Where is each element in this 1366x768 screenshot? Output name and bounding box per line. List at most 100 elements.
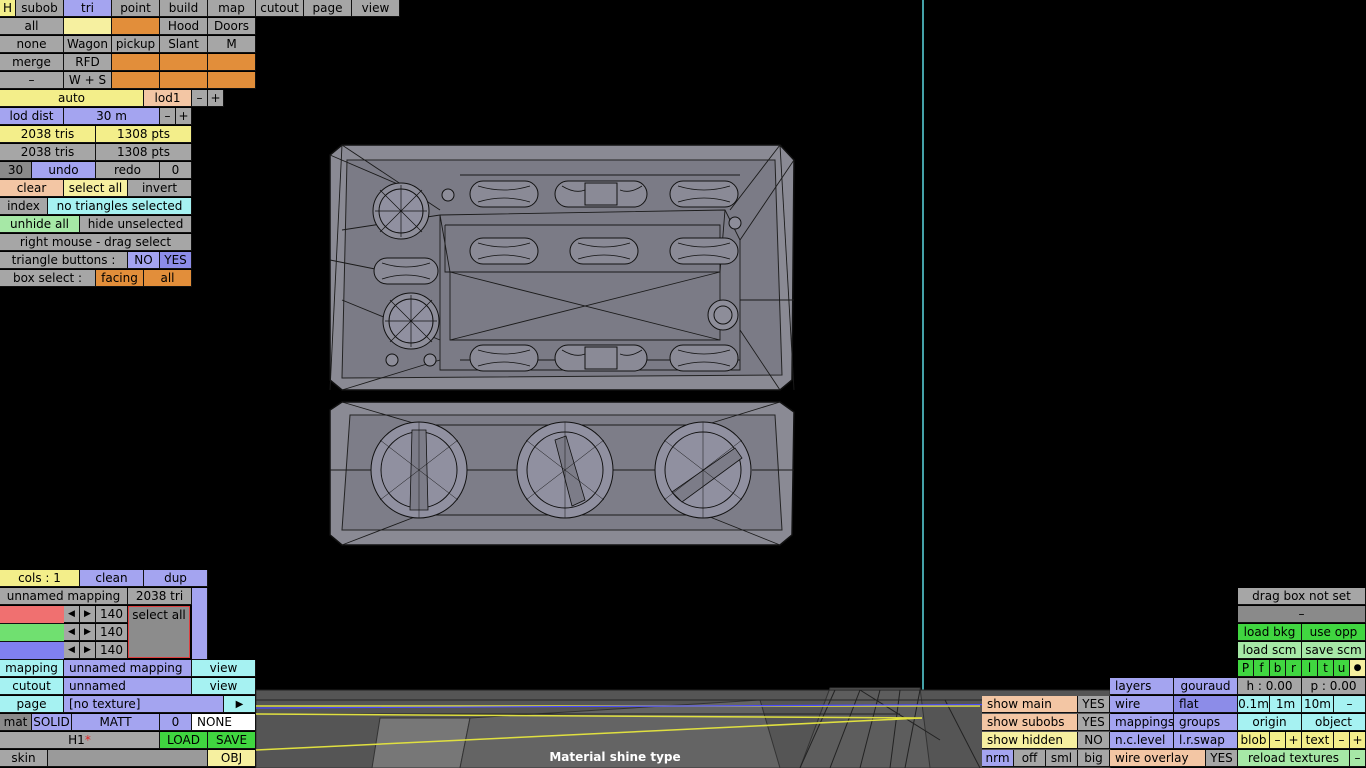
subob-doors[interactable]: Doors xyxy=(208,18,256,35)
wire-overlay-toggle[interactable]: YES xyxy=(1206,750,1238,767)
subob-slot-blank[interactable] xyxy=(160,72,208,89)
tab-point[interactable]: point xyxy=(112,0,160,17)
size-big-button[interactable]: big xyxy=(1078,750,1110,767)
view-r-button[interactable]: r xyxy=(1286,660,1302,677)
subob-slot-blank[interactable] xyxy=(112,18,160,35)
gouraud-button[interactable]: gouraud xyxy=(1174,678,1238,695)
invert-selection-button[interactable]: invert xyxy=(128,180,192,197)
page-value[interactable]: [no texture] xyxy=(64,696,224,713)
load-scm-button[interactable]: load scm xyxy=(1238,642,1302,659)
triangle-buttons-yes[interactable]: YES xyxy=(160,252,192,269)
subob-slot-blank[interactable] xyxy=(64,18,112,35)
mapping-value[interactable]: unnamed mapping xyxy=(64,660,192,677)
box-select-all[interactable]: all xyxy=(144,270,192,287)
load-bkg-button[interactable]: load bkg xyxy=(1238,624,1302,641)
hide-unselected-button[interactable]: hide unselected xyxy=(80,216,192,233)
lrswap-button[interactable]: l.r.swap xyxy=(1174,732,1238,749)
cols-button[interactable]: cols : 1 xyxy=(0,570,80,587)
text-button[interactable]: text xyxy=(1302,732,1334,749)
reload-textures-button[interactable]: reload textures xyxy=(1238,750,1350,767)
cutout-view-button[interactable]: view xyxy=(192,678,256,695)
lod-dist-minus[interactable]: – xyxy=(160,108,176,125)
cutout-value[interactable]: unnamed xyxy=(64,678,192,695)
mappings-button[interactable]: mappings xyxy=(1110,714,1174,731)
subob-none[interactable]: none xyxy=(0,36,64,53)
skin-field[interactable] xyxy=(48,750,208,767)
subob-slot-blank[interactable] xyxy=(112,72,160,89)
red-right-arrow-icon[interactable]: ▶ xyxy=(80,606,96,623)
wire-button[interactable]: wire xyxy=(1110,696,1174,713)
show-subobs-toggle[interactable]: YES xyxy=(1078,714,1110,731)
subob-pickup[interactable]: pickup xyxy=(112,36,160,53)
text-minus-button[interactable]: – xyxy=(1334,732,1350,749)
view-f-button[interactable]: f xyxy=(1254,660,1270,677)
color-swatch[interactable]: select all xyxy=(128,606,190,658)
show-hidden-toggle[interactable]: NO xyxy=(1078,732,1110,749)
mat-solid-button[interactable]: SOLID xyxy=(32,714,72,731)
view-p-button[interactable]: P xyxy=(1238,660,1254,677)
layers-button[interactable]: layers xyxy=(1110,678,1174,695)
text-plus-button[interactable]: + xyxy=(1350,732,1366,749)
view-t-button[interactable]: t xyxy=(1318,660,1334,677)
select-all-button[interactable]: select all xyxy=(64,180,128,197)
dup-button[interactable]: dup xyxy=(144,570,208,587)
subob-slot-blank[interactable] xyxy=(112,54,160,71)
size-off-button[interactable]: off xyxy=(1014,750,1046,767)
size-sml-button[interactable]: sml xyxy=(1046,750,1078,767)
subob-slot-blank[interactable] xyxy=(208,54,256,71)
mapping-name[interactable]: unnamed mapping xyxy=(0,588,128,605)
view-l-button[interactable]: l xyxy=(1302,660,1318,677)
page-arrow-icon[interactable]: ▶ xyxy=(224,696,256,713)
file-name[interactable]: H1* xyxy=(0,732,160,749)
tab-page[interactable]: page xyxy=(304,0,352,17)
drag-box-minus[interactable]: – xyxy=(1238,606,1366,623)
tab-tri[interactable]: tri xyxy=(64,0,112,17)
view-u-button[interactable]: u xyxy=(1334,660,1350,677)
green-left-arrow-icon[interactable]: ◀ xyxy=(64,624,80,641)
mat-zero-value[interactable]: 0 xyxy=(160,714,192,731)
tab-view[interactable]: view xyxy=(352,0,400,17)
subob-slot-blank[interactable] xyxy=(160,54,208,71)
show-main-toggle[interactable]: YES xyxy=(1078,696,1110,713)
subob-wagon[interactable]: Wagon xyxy=(64,36,112,53)
lod-auto-button[interactable]: auto xyxy=(0,90,144,107)
subob-hood[interactable]: Hood xyxy=(160,18,208,35)
use-opp-button[interactable]: use opp xyxy=(1302,624,1366,641)
blue-left-arrow-icon[interactable]: ◀ xyxy=(64,642,80,659)
step-1m-button[interactable]: 1m xyxy=(1270,696,1302,713)
tab-build[interactable]: build xyxy=(160,0,208,17)
show-main-label[interactable]: show main xyxy=(982,696,1078,713)
lod-dist-plus[interactable]: + xyxy=(176,108,192,125)
lod-plus-button[interactable]: + xyxy=(208,90,224,107)
lod-level[interactable]: lod1 xyxy=(144,90,192,107)
load-button[interactable]: LOAD xyxy=(160,732,208,749)
box-select-facing[interactable]: facing xyxy=(96,270,144,287)
mat-matt-button[interactable]: MATT xyxy=(72,714,160,731)
swatch-select-all[interactable]: select all xyxy=(129,607,189,623)
index-button[interactable]: index xyxy=(0,198,48,215)
blob-minus-button[interactable]: – xyxy=(1270,732,1286,749)
step-10m-button[interactable]: 10m xyxy=(1302,696,1334,713)
mat-none-field[interactable]: NONE xyxy=(192,714,256,731)
green-slider[interactable] xyxy=(0,624,64,642)
redo-button[interactable]: redo xyxy=(96,162,160,179)
lod-minus-button[interactable]: – xyxy=(192,90,208,107)
reload-minus-button[interactable]: – xyxy=(1350,750,1366,767)
subob-rfd[interactable]: RFD xyxy=(64,54,112,71)
red-slider[interactable] xyxy=(0,606,64,624)
object-button[interactable]: object xyxy=(1302,714,1366,731)
blue-slider[interactable] xyxy=(0,642,64,660)
view-dot-icon[interactable]: ● xyxy=(1350,660,1366,677)
save-scm-button[interactable]: save scm xyxy=(1302,642,1366,659)
clean-button[interactable]: clean xyxy=(80,570,144,587)
size-nrm-button[interactable]: nrm xyxy=(982,750,1014,767)
green-right-arrow-icon[interactable]: ▶ xyxy=(80,624,96,641)
tab-cutout[interactable]: cutout xyxy=(256,0,304,17)
blob-button[interactable]: blob xyxy=(1238,732,1270,749)
step-minus-button[interactable]: – xyxy=(1334,696,1366,713)
tab-subob[interactable]: subob xyxy=(16,0,64,17)
mapping-scrollbar[interactable] xyxy=(192,588,208,660)
help-button[interactable]: H xyxy=(0,0,16,17)
undo-button[interactable]: undo xyxy=(32,162,96,179)
subob-minus-button[interactable]: – xyxy=(0,72,64,89)
